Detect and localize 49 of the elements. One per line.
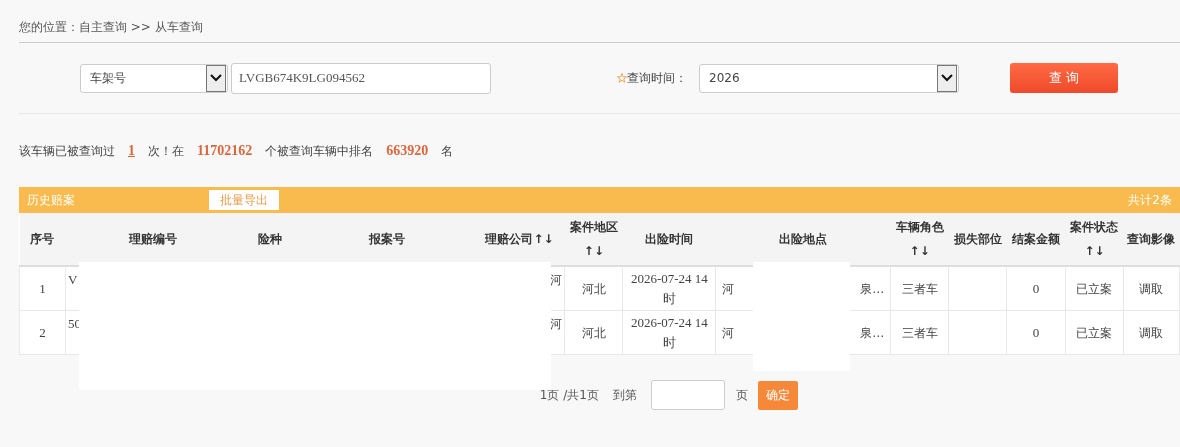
vin-input-field[interactable]: LVGB674K9LG094562 xyxy=(231,62,491,94)
column-header: 理赔公司↑↓ xyxy=(474,213,565,266)
field-label: 查询时间： xyxy=(627,69,687,87)
column-header: 案件状态↑↓ xyxy=(1065,213,1124,266)
retrieve-link[interactable]: 调取 xyxy=(1123,266,1180,311)
dropdown-caret-icon[interactable] xyxy=(206,64,226,92)
table-cell: 河北 xyxy=(564,266,623,311)
table-cell: 河北 xyxy=(564,310,623,355)
page-info: 1页 /共1页 xyxy=(539,386,599,404)
total-count: 11702162 xyxy=(197,143,253,159)
table-cell-text: 泉… xyxy=(860,324,885,342)
required-star-icon xyxy=(617,73,627,83)
table-cell-text: 河 xyxy=(722,280,735,298)
page-input-field[interactable] xyxy=(651,380,725,410)
table-cell-text: 泉… xyxy=(860,280,885,298)
breadcrumb: 您的位置：自主查询 >> 从车查询 xyxy=(19,0,1180,43)
column-header: 查询影像 xyxy=(1123,213,1180,266)
table-cell: 1 xyxy=(19,266,66,311)
table-cell: 2026-07-24 14时 xyxy=(622,266,716,311)
column-header: 损失部位 xyxy=(948,213,1007,266)
rank-number: 663920 xyxy=(386,143,429,159)
goto-label: 到第 xyxy=(613,386,637,404)
table-cell: 已立案 xyxy=(1065,266,1124,311)
column-header: 出险时间 xyxy=(622,213,716,266)
table-cell: 0 xyxy=(1006,266,1066,311)
table-cell: 0 xyxy=(1006,310,1066,355)
time-select[interactable]: 2026 xyxy=(699,63,959,93)
column-header: 出险地点 xyxy=(715,213,891,266)
table-cell: 已立案 xyxy=(1065,310,1124,355)
summary-text: 个被查询车辆中排名 xyxy=(265,143,374,160)
summary-text: 次！在 xyxy=(148,143,184,160)
summary-text: 名 xyxy=(441,143,454,160)
table-cell-text: 河 xyxy=(722,324,735,342)
table-cell: 三者车 xyxy=(890,266,949,311)
retrieve-link[interactable]: 调取 xyxy=(1123,310,1180,355)
summary-text: 该车辆已被查询过 xyxy=(19,143,115,160)
type-select[interactable]: 车架号 xyxy=(80,63,228,93)
table-cell: 2 xyxy=(19,310,66,355)
column-header: 车辆角色↑↓ xyxy=(890,213,949,266)
column-header: 案件地区↑↓ xyxy=(564,213,623,266)
section-title: 历史赔案 xyxy=(27,191,76,209)
column-header: 理赔编号 xyxy=(65,213,241,266)
page-unit: 页 xyxy=(736,386,748,404)
record-count: 共计2条 xyxy=(1128,191,1172,209)
column-header: 序号 xyxy=(19,213,66,266)
table-cell: 2026-07-24 14时 xyxy=(622,310,716,355)
table-cell: 三者车 xyxy=(890,310,949,355)
column-header: 结案金额 xyxy=(1006,213,1066,266)
dropdown-caret-icon[interactable] xyxy=(937,64,957,92)
